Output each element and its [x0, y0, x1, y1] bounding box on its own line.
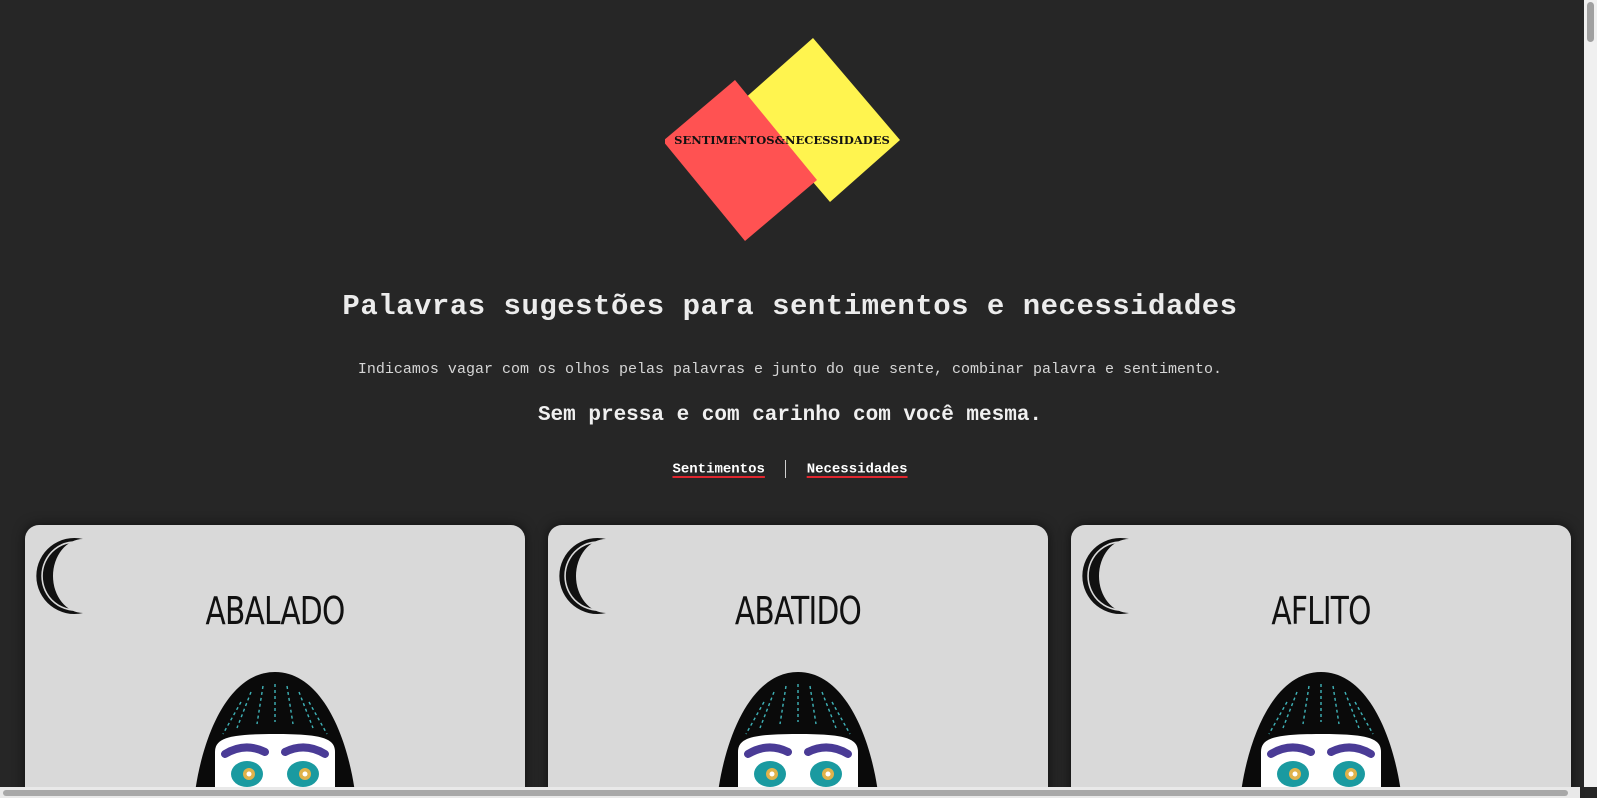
face-illustration	[717, 672, 879, 798]
vertical-scrollbar-thumb[interactable]	[1587, 2, 1594, 42]
page-title: Palavras sugestões para sentimentos e ne…	[342, 290, 1238, 323]
page-subtitle: Indicamos vagar com os olhos pelas palav…	[357, 361, 1223, 378]
face-illustration	[194, 672, 356, 798]
feeling-card[interactable]: AFLITO	[1071, 525, 1571, 798]
horizontal-scrollbar[interactable]	[0, 787, 1580, 798]
horizontal-scrollbar-thumb[interactable]	[3, 790, 1568, 796]
feeling-word: ABATIDO	[734, 589, 862, 633]
page-tagline: Sem pressa e com carinho com você mesma.	[537, 404, 1043, 427]
nav-link-necessidades[interactable]: Necessidades	[807, 462, 908, 478]
vertical-scrollbar[interactable]	[1584, 0, 1597, 787]
feeling-word: ABALADO	[205, 589, 345, 633]
site-logo[interactable]: SENTIMENTOS&NECESSIDADES	[665, 38, 915, 243]
nav-link-sentimentos[interactable]: Sentimentos	[672, 462, 764, 478]
feeling-word: AFLITO	[1271, 589, 1371, 633]
page: SENTIMENTOS&NECESSIDADES Palavras sugest…	[0, 0, 1597, 798]
logo-text: SENTIMENTOS&NECESSIDADES	[674, 133, 890, 147]
feeling-card[interactable]: ABATIDO	[548, 525, 1048, 798]
feeling-card[interactable]: ABALADO	[25, 525, 525, 798]
section-nav: Sentimentos Necessidades	[0, 460, 1580, 478]
face-illustration	[1240, 672, 1402, 798]
nav-divider	[785, 460, 787, 478]
